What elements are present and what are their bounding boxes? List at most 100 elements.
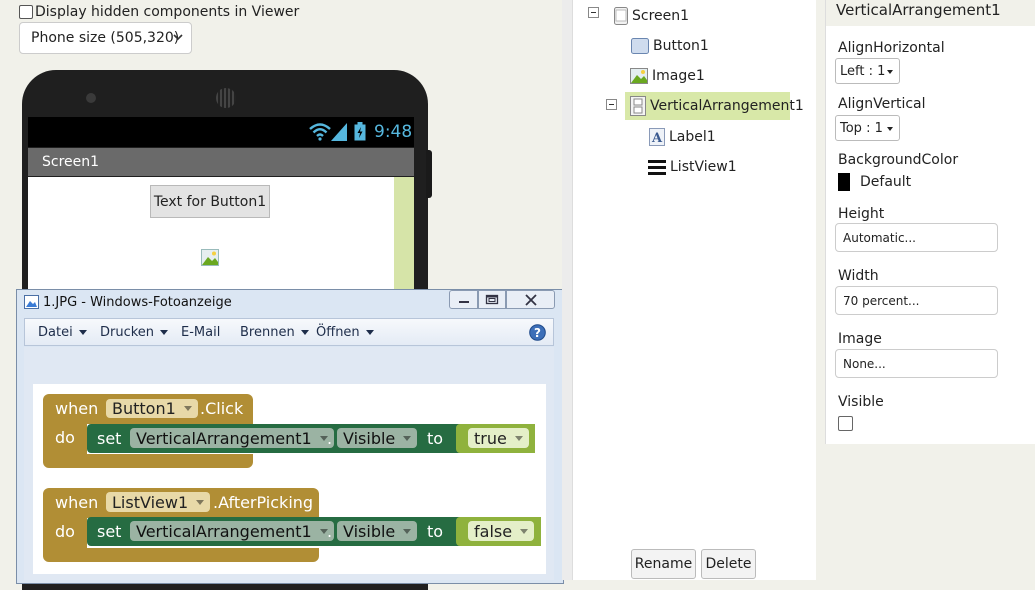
dropdown-arrow-icon xyxy=(365,330,374,335)
block-when-label: when xyxy=(55,493,99,512)
width-input[interactable]: 70 percent... xyxy=(835,286,998,315)
minimize-button[interactable] xyxy=(449,290,478,309)
hidden-components-toggle[interactable]: Display hidden components in Viewer xyxy=(19,4,299,20)
phone-speaker-icon xyxy=(216,88,236,108)
menu-label: Drucken xyxy=(100,325,155,340)
label-icon: A xyxy=(649,128,665,146)
visible-checkbox[interactable] xyxy=(838,416,853,431)
tree-node-label: Label1 xyxy=(669,129,716,145)
boolean-field[interactable]: true xyxy=(468,428,529,448)
hidden-components-label: Display hidden components in Viewer xyxy=(35,4,300,20)
image-label: Image xyxy=(838,331,882,347)
target-field[interactable]: VerticalArrangement1 xyxy=(130,521,334,541)
screen-icon xyxy=(614,7,628,25)
maximize-button[interactable] xyxy=(478,290,506,309)
component-name: ListView1 xyxy=(112,492,189,512)
tree-node-image1[interactable]: Image1 xyxy=(630,64,705,88)
align-vertical-label: AlignVertical xyxy=(838,96,926,112)
dropdown-arrow-icon xyxy=(300,330,309,335)
svg-text:?: ? xyxy=(534,326,541,340)
menu-oeffnen[interactable]: Öffnen xyxy=(316,325,374,340)
component-field-listview1[interactable]: ListView1 xyxy=(106,492,211,512)
visible-label: Visible xyxy=(838,394,884,410)
chevron-down-icon xyxy=(173,34,183,41)
hidden-components-checkbox[interactable] xyxy=(19,5,33,19)
background-color-picker[interactable]: Default xyxy=(838,173,911,191)
block-do-label: do xyxy=(55,522,75,541)
color-swatch xyxy=(838,173,850,191)
vertical-arrangement-preview[interactable] xyxy=(394,177,414,297)
menu-label: Datei xyxy=(38,325,73,340)
menu-label: Brennen xyxy=(240,325,295,340)
boolean-value: true xyxy=(474,428,507,448)
event-block-bottom xyxy=(43,454,253,468)
panel-divider xyxy=(816,0,825,580)
dropdown-arrow-icon xyxy=(78,330,87,335)
phone-size-value: Phone size (505,320) xyxy=(31,30,180,46)
property-name: Visible xyxy=(343,521,396,541)
photo-viewer-app-icon xyxy=(24,295,39,309)
width-label: Width xyxy=(838,268,879,284)
dropdown-arrow-icon xyxy=(403,435,412,441)
menu-drucken[interactable]: Drucken xyxy=(100,325,169,340)
block-set-label: set xyxy=(97,522,122,541)
boolean-field[interactable]: false xyxy=(468,521,535,541)
panel-divider[interactable] xyxy=(562,0,572,580)
properties-header: VerticalArrangement1 xyxy=(826,0,1035,26)
align-horizontal-label: AlignHorizontal xyxy=(838,40,945,56)
dropdown-arrow-icon xyxy=(403,528,412,534)
align-horizontal-select[interactable]: Left : 1 xyxy=(835,58,900,84)
block-do-label: do xyxy=(55,428,75,447)
vertical-arrangement-icon xyxy=(630,96,646,116)
block-to-label: to xyxy=(427,522,444,541)
rename-button[interactable]: Rename xyxy=(631,549,696,579)
preview-button1[interactable]: Text for Button1 xyxy=(150,185,270,218)
image-input[interactable]: None... xyxy=(835,349,998,378)
phone-clock: 9:48 xyxy=(374,122,413,142)
image-icon xyxy=(630,68,648,84)
block-to-label: to xyxy=(427,429,444,448)
property-name: Visible xyxy=(343,428,396,448)
boolean-value: false xyxy=(474,521,513,541)
dropdown-arrow-icon xyxy=(160,330,169,335)
tree-node-listview1[interactable]: ListView1 xyxy=(648,155,737,179)
tree-node-button1[interactable]: Button1 xyxy=(631,34,709,58)
align-vertical-select[interactable]: Top : 1 xyxy=(835,115,900,141)
component-name: Button1 xyxy=(112,399,176,418)
menu-datei[interactable]: Datei xyxy=(38,325,87,340)
block-event-label: .AfterPicking xyxy=(213,493,314,512)
tree-node-label1[interactable]: A Label1 xyxy=(649,125,716,149)
tree-node-screen1[interactable]: Screen1 xyxy=(614,4,689,28)
tree-node-label: Button1 xyxy=(653,38,709,54)
tree-node-label: ListView1 xyxy=(670,159,737,175)
menu-email[interactable]: E-Mail xyxy=(181,325,220,340)
dropdown-arrow-icon xyxy=(514,435,523,441)
image-placeholder-icon[interactable] xyxy=(201,249,219,266)
delete-button[interactable]: Delete xyxy=(701,549,756,579)
height-input[interactable]: Automatic... xyxy=(835,223,998,252)
target-field[interactable]: VerticalArrangement1 xyxy=(130,428,334,448)
maximize-icon xyxy=(485,294,499,305)
collapse-toggle-screen1[interactable] xyxy=(588,7,599,18)
property-field[interactable]: Visible xyxy=(337,521,418,541)
phone-size-select[interactable]: Phone size (505,320) xyxy=(19,22,192,54)
phone-camera-icon xyxy=(86,93,96,103)
tree-node-label: Image1 xyxy=(652,68,705,84)
menu-label: Öffnen xyxy=(316,325,360,340)
battery-icon xyxy=(354,122,366,141)
tree-node-verticalarrangement1[interactable]: VerticalArrangement1 xyxy=(630,94,804,118)
menu-brennen[interactable]: Brennen xyxy=(240,325,309,340)
photo-viewer-menubar: Datei Drucken E-Mail Brennen Öffnen xyxy=(24,318,554,346)
tree-node-label: VerticalArrangement1 xyxy=(650,98,804,114)
dropdown-arrow-icon xyxy=(887,127,893,131)
close-button[interactable] xyxy=(506,290,555,309)
block-event-label: .Click xyxy=(200,399,244,418)
component-field-button1[interactable]: Button1 xyxy=(106,399,198,418)
screen-title-bar: Screen1 xyxy=(28,148,414,176)
target-name: VerticalArrangement1 xyxy=(136,521,312,541)
help-icon[interactable]: ? xyxy=(529,324,546,341)
block-dot-label: . xyxy=(327,429,333,448)
collapse-toggle-verticalarrangement1[interactable] xyxy=(606,99,617,110)
event-block-bottom xyxy=(43,548,319,562)
property-field[interactable]: Visible xyxy=(337,428,418,448)
